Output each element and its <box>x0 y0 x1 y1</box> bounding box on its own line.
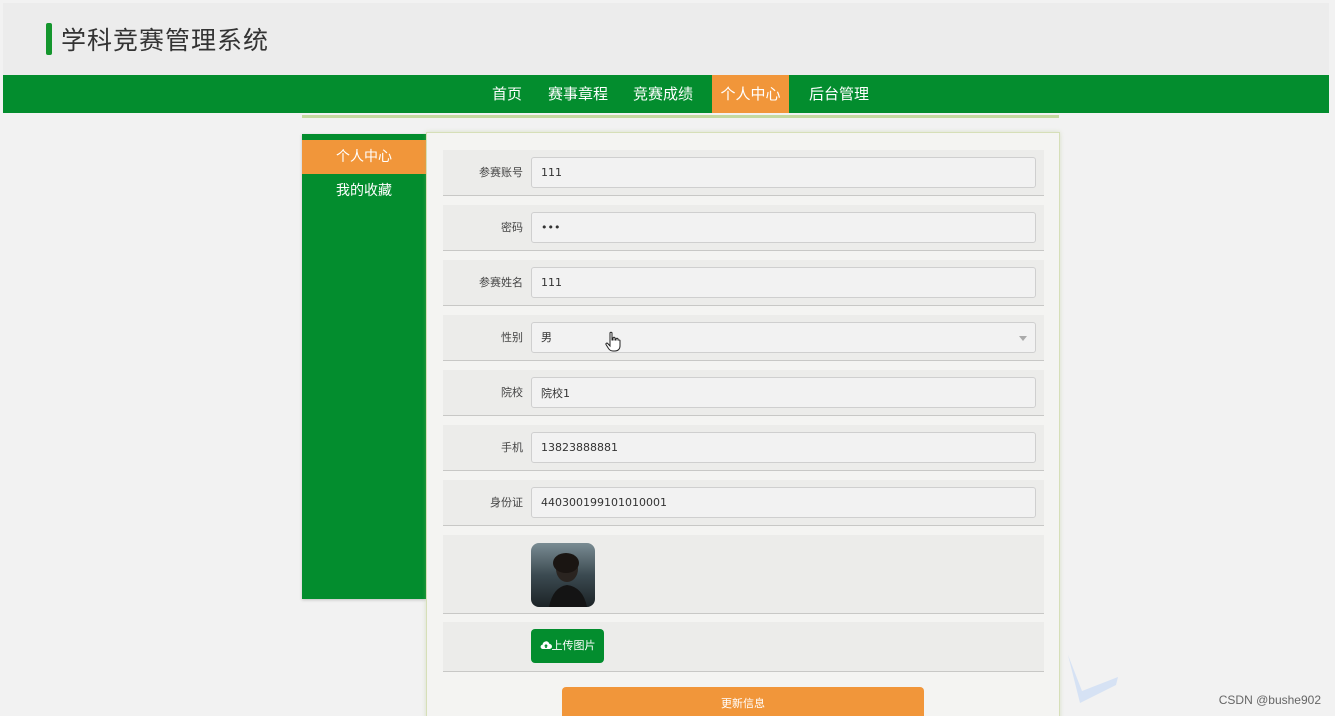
form-row-account: 参赛账号 <box>443 150 1044 196</box>
password-label: 密码 <box>501 221 523 234</box>
form-row-password: 密码 ••• <box>443 205 1044 251</box>
title-accent-bar <box>46 23 52 55</box>
upload-row: 上传图片 <box>443 622 1044 672</box>
update-info-button[interactable]: 更新信息 <box>562 687 924 716</box>
account-label: 参赛账号 <box>479 166 523 179</box>
form-row-name: 参赛姓名 <box>443 260 1044 306</box>
top-header: 学科竞赛管理系统 <box>3 3 1329 75</box>
id-card-label: 身份证 <box>490 496 523 509</box>
nav-item-rules[interactable]: 赛事章程 <box>540 75 616 113</box>
upload-button-label: 上传图片 <box>551 639 596 652</box>
school-label: 院校 <box>501 386 523 399</box>
phone-label: 手机 <box>501 441 523 454</box>
avatar-image[interactable] <box>531 543 595 607</box>
nav-item-home[interactable]: 首页 <box>481 75 533 113</box>
form-row-phone: 手机 <box>443 425 1044 471</box>
form-row-gender: 性别 男 <box>443 315 1044 361</box>
watermark-logo-icon <box>1068 655 1118 703</box>
cloud-upload-icon <box>540 641 552 650</box>
nav-underline <box>302 115 1059 118</box>
upload-image-button[interactable]: 上传图片 <box>531 629 604 663</box>
app-title: 学科竞赛管理系统 <box>61 26 270 55</box>
name-input[interactable] <box>531 267 1036 298</box>
nav-item-results[interactable]: 竞赛成绩 <box>625 75 701 113</box>
sidebar: 个人中心 我的收藏 <box>302 134 426 599</box>
form-row-id-card: 身份证 <box>443 480 1044 526</box>
gender-label: 性别 <box>501 331 523 344</box>
watermark-text: CSDN @bushe902 <box>1218 693 1321 707</box>
profile-form-panel: 参赛账号 密码 ••• 参赛姓名 性别 男 院校 手机 身份证 <box>426 132 1060 716</box>
sidebar-item-personal-center[interactable]: 个人中心 <box>302 140 426 174</box>
id-card-input[interactable] <box>531 487 1036 518</box>
hand-pointer-icon <box>605 331 621 352</box>
name-label: 参赛姓名 <box>479 276 523 289</box>
gender-select-value: 男 <box>541 331 552 344</box>
nav-item-admin[interactable]: 后台管理 <box>799 75 879 113</box>
phone-input[interactable] <box>531 432 1036 463</box>
avatar-row <box>443 535 1044 614</box>
chevron-down-icon <box>1019 336 1027 341</box>
school-input[interactable] <box>531 377 1036 408</box>
form-row-school: 院校 <box>443 370 1044 416</box>
nav-item-personal-center[interactable]: 个人中心 <box>712 75 789 113</box>
main-nav: 首页 赛事章程 竞赛成绩 个人中心 后台管理 <box>3 75 1329 113</box>
sidebar-item-favorites[interactable]: 我的收藏 <box>302 174 426 208</box>
account-input[interactable] <box>531 157 1036 188</box>
password-input[interactable]: ••• <box>531 212 1036 243</box>
